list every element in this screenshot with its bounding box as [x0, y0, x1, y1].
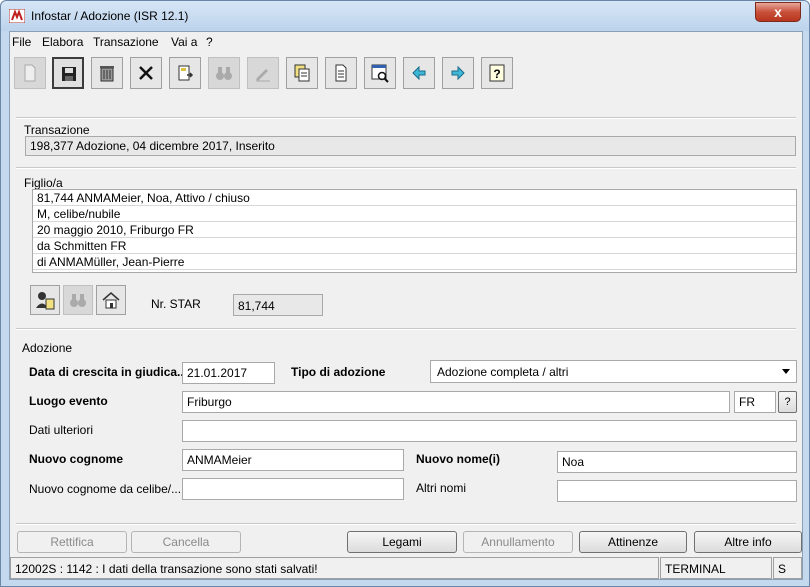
nuovo-nome-input[interactable]: Noa — [557, 451, 797, 473]
application-window: Infostar / Adozione (ISR 12.1) x File El… — [0, 0, 810, 587]
luogo-evento-label: Luogo evento — [29, 394, 108, 408]
list-item: di ANMAMüller, Jean-Pierre — [33, 254, 796, 270]
altre-info-button[interactable]: Altre info — [694, 531, 802, 553]
new-document-button[interactable] — [14, 57, 46, 89]
document-icon — [335, 64, 347, 82]
nr-star-label: Nr. STAR — [151, 297, 201, 311]
list-item: M, celibe/nubile — [33, 206, 796, 222]
copy-icon — [294, 64, 310, 82]
figlio-label: Figlio/a — [24, 176, 63, 190]
nuovo-cognome-input[interactable]: ANMAMeier — [182, 449, 404, 471]
legami-button[interactable]: Legami — [347, 531, 457, 553]
luogo-help-button[interactable]: ? — [778, 391, 797, 413]
delete-button[interactable] — [130, 57, 162, 89]
save-icon — [62, 67, 76, 81]
tipo-adozione-label: Tipo di adozione — [291, 365, 386, 379]
delete-x-icon — [139, 66, 153, 80]
nuovo-cognome-celibe-input[interactable] — [182, 478, 404, 500]
status-message: 12002S : 1142 : I dati della transazione… — [10, 557, 659, 579]
list-item: 81,744 ANMAMeier, Noa, Attivo / chiuso — [33, 190, 796, 206]
altri-nomi-label: Altri nomi — [416, 481, 467, 495]
altri-nomi-input[interactable] — [557, 480, 797, 502]
dati-ulteriori-input[interactable] — [182, 420, 797, 442]
nuovo-nome-label: Nuovo nome(i) — [416, 452, 500, 466]
figlio-details-list: 81,744 ANMAMeier, Noa, Attivo / chiuso M… — [32, 189, 797, 273]
transazione-field: 198,377 Adozione, 04 dicembre 2017, Inse… — [25, 136, 796, 156]
menu-vai-a[interactable]: Vai a — [171, 35, 197, 49]
next-button[interactable] — [442, 57, 474, 89]
edit-button[interactable] — [247, 57, 279, 89]
document-button[interactable] — [325, 57, 357, 89]
help-icon: ? — [489, 64, 505, 82]
data-crescita-label: Data di crescita in giudica... — [29, 365, 188, 379]
help-button[interactable]: ? — [481, 57, 513, 89]
person-card-icon — [36, 292, 55, 310]
list-item: da Schmitten FR — [33, 238, 796, 254]
binoculars-icon — [70, 294, 86, 307]
tipo-adozione-select[interactable]: Adozione completa / altri — [430, 360, 797, 383]
client-area: File Elabora Transazione Vai a ? ? Trans… — [9, 31, 803, 580]
rettifica-button[interactable]: Rettifica — [17, 531, 127, 553]
close-button[interactable]: x — [755, 2, 801, 22]
luogo-evento-input[interactable]: Friburgo — [182, 391, 730, 413]
person-card-button[interactable] — [30, 285, 60, 315]
nuovo-cognome-celibe-label: Nuovo cognome da celibe/... — [29, 482, 182, 496]
adozione-label: Adozione — [22, 341, 73, 355]
divider — [16, 523, 796, 525]
nr-star-field: 81,744 — [233, 294, 323, 316]
cantone-input[interactable]: FR — [734, 391, 776, 413]
search-button[interactable] — [208, 57, 240, 89]
home-icon — [102, 292, 120, 309]
trash-icon — [100, 66, 114, 82]
status-terminal: TERMINAL — [660, 557, 772, 579]
nuovo-cognome-label: Nuovo cognome — [29, 452, 124, 466]
search-person-button[interactable] — [63, 285, 93, 315]
attinenze-button[interactable]: Attinenze — [579, 531, 687, 553]
list-item: 20 maggio 2010, Friburgo FR — [33, 222, 796, 238]
status-bar: 12002S : 1142 : I dati della transazione… — [10, 557, 802, 579]
menu-help[interactable]: ? — [206, 35, 213, 49]
edit-pen-icon — [256, 69, 270, 82]
annullamento-button[interactable]: Annullamento — [463, 531, 573, 553]
import-icon — [178, 65, 194, 81]
app-icon — [9, 9, 25, 23]
new-document-icon — [24, 64, 36, 82]
menu-elabora[interactable]: Elabora — [42, 35, 83, 49]
window-title: Infostar / Adozione (ISR 12.1) — [31, 9, 189, 23]
copy-button[interactable] — [286, 57, 318, 89]
menu-transazione[interactable]: Transazione — [93, 35, 159, 49]
home-button[interactable] — [96, 285, 126, 315]
data-crescita-input[interactable]: 21.01.2017 — [182, 362, 275, 384]
menu-bar: File Elabora Transazione Vai a ? — [10, 32, 802, 52]
menu-file[interactable]: File — [12, 35, 31, 49]
tipo-adozione-value: Adozione completa / altri — [437, 365, 569, 379]
arrow-right-icon — [451, 65, 465, 81]
binoculars-icon — [216, 67, 232, 80]
status-mode: S — [773, 557, 802, 579]
trash-button[interactable] — [91, 57, 123, 89]
divider — [16, 117, 796, 119]
title-bar: Infostar / Adozione (ISR 12.1) x — [1, 1, 809, 31]
dati-ulteriori-label: Dati ulteriori — [29, 423, 94, 437]
save-button[interactable] — [52, 57, 84, 89]
arrow-left-icon — [412, 65, 426, 81]
previous-button[interactable] — [403, 57, 435, 89]
svg-text:?: ? — [493, 67, 500, 81]
toolbar: ? — [10, 54, 802, 94]
preview-button[interactable] — [364, 57, 396, 89]
import-button[interactable] — [169, 57, 201, 89]
divider — [16, 167, 796, 169]
transazione-label: Transazione — [24, 123, 90, 137]
cancella-button[interactable]: Cancella — [131, 531, 241, 553]
preview-icon — [371, 64, 389, 83]
divider — [16, 328, 796, 330]
chevron-down-icon — [782, 369, 790, 374]
